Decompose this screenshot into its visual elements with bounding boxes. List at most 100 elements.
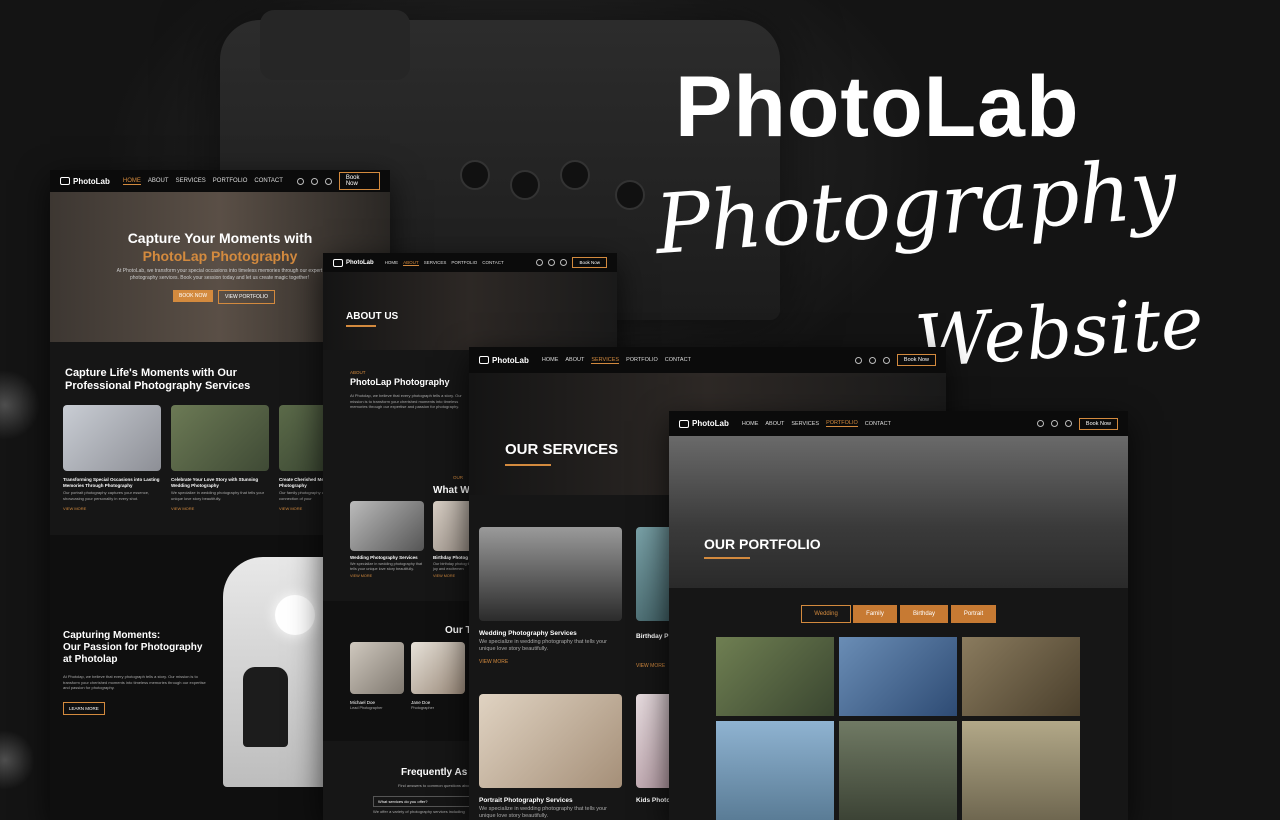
- nav-home[interactable]: HOME: [385, 260, 399, 265]
- instagram-icon[interactable]: [1050, 420, 1058, 427]
- nav-home[interactable]: HOME: [742, 421, 759, 427]
- service-view-more[interactable]: VIEW MORE: [350, 574, 372, 578]
- nav-about[interactable]: ABOUT: [148, 178, 169, 184]
- camera-icon: [333, 258, 343, 267]
- book-now-button[interactable]: Book Now: [1078, 417, 1118, 430]
- hero-book-button[interactable]: BOOK NOW: [173, 290, 214, 302]
- facebook-icon[interactable]: [854, 356, 862, 364]
- team-member-role: Photographer: [411, 706, 435, 710]
- passion-title-line2: Our Passion for Photography: [63, 642, 203, 653]
- facebook-icon[interactable]: [296, 177, 304, 185]
- service-view-more[interactable]: VIEW MORE: [433, 574, 455, 578]
- services-title-line1: Capture Life's Moments with Our: [65, 367, 237, 379]
- portfolio-photo[interactable]: [839, 637, 957, 716]
- team-member-photo: [411, 642, 465, 694]
- team-heading: Our T: [445, 625, 472, 636]
- service-title: Wedding Photography Services: [479, 630, 577, 637]
- filter-birthday[interactable]: Birthday: [900, 605, 948, 623]
- portfolio-photo[interactable]: [716, 637, 834, 716]
- card-image-family: [63, 405, 161, 471]
- filter-portrait[interactable]: Portrait: [951, 605, 996, 623]
- headline-title: PhotoLab: [675, 59, 1080, 155]
- hero-portfolio-button[interactable]: VIEW PORTFOLIO: [218, 290, 275, 304]
- banner-underline: [346, 325, 376, 327]
- nav-home[interactable]: HOME: [542, 357, 559, 363]
- passion-title-line1: Capturing Moments:: [63, 630, 161, 641]
- banner-underline: [704, 557, 750, 559]
- nav-portfolio[interactable]: PORTFOLIO: [626, 357, 658, 363]
- service-text: We specialize in wedding photography tha…: [479, 806, 608, 819]
- nav-services[interactable]: SERVICES: [176, 178, 206, 184]
- team-member-photo: [350, 642, 404, 694]
- book-now-button[interactable]: Book Now: [572, 257, 607, 268]
- what-heading: What W: [433, 485, 470, 496]
- facebook-icon[interactable]: [536, 259, 544, 266]
- nav-home[interactable]: HOME: [122, 178, 141, 185]
- wedding-service-image: [350, 501, 424, 551]
- instagram-icon[interactable]: [868, 356, 876, 364]
- portfolio-banner-image: [669, 436, 1128, 588]
- service-title: Birthday P: [636, 633, 669, 640]
- banner-underline: [505, 464, 551, 466]
- service-text: Our birthday photog the joy and exciteme…: [433, 562, 473, 571]
- faq-subtitle: Find answers to common questions about: [398, 783, 473, 788]
- logo[interactable]: PhotoLab: [679, 419, 729, 428]
- service-title: Portrait Photography Services: [479, 797, 573, 804]
- service-view-more[interactable]: VIEW MORE: [636, 663, 665, 669]
- youtube-icon[interactable]: [560, 259, 568, 266]
- youtube-icon[interactable]: [1064, 420, 1072, 427]
- card-image-wedding: [171, 405, 269, 471]
- card-title: Celebrate Your Love Story with Stunning …: [171, 477, 259, 488]
- learn-more-button[interactable]: LEARN MORE: [63, 702, 105, 715]
- nav-contact[interactable]: CONTACT: [865, 421, 891, 427]
- card-text: Our portrait photography captures your e…: [63, 490, 150, 501]
- service-title: Kids Photo: [636, 797, 671, 804]
- nav-contact[interactable]: CONTACT: [254, 178, 283, 184]
- card-view-more[interactable]: VIEW MORE: [63, 506, 86, 511]
- logo[interactable]: PhotoLab: [60, 177, 110, 186]
- passion-text: At Photolap, we believe that every photo…: [63, 674, 206, 690]
- nav-contact[interactable]: CONTACT: [482, 260, 503, 265]
- service-title: Wedding Photography Services: [350, 555, 418, 560]
- about-kicker: ABOUT: [350, 370, 366, 375]
- book-now-button[interactable]: Book Now: [896, 354, 936, 366]
- filter-family[interactable]: Family: [853, 605, 897, 623]
- card-text: We specialize in wedding photography tha…: [171, 490, 265, 501]
- nav-contact[interactable]: CONTACT: [665, 357, 691, 363]
- portfolio-photo[interactable]: [839, 721, 957, 820]
- nav-about[interactable]: ABOUT: [565, 357, 584, 363]
- logo[interactable]: PhotoLab: [479, 356, 529, 365]
- book-now-button[interactable]: Book Now: [338, 172, 380, 190]
- faq-answer: We offer a variety of photography servic…: [373, 809, 465, 814]
- instagram-icon[interactable]: [548, 259, 556, 266]
- camera-icon: [60, 177, 70, 185]
- nav-about[interactable]: ABOUT: [765, 421, 784, 427]
- services-banner-title: OUR SERVICES: [505, 441, 619, 458]
- card-view-more[interactable]: VIEW MORE: [279, 506, 302, 511]
- birthday-service-image: [433, 501, 473, 551]
- nav-about[interactable]: ABOUT: [403, 260, 419, 266]
- nav-services[interactable]: SERVICES: [591, 357, 620, 364]
- filter-wedding[interactable]: Wedding: [801, 605, 851, 623]
- service-text: We specialize in wedding photography tha…: [479, 639, 608, 652]
- nav-services[interactable]: SERVICES: [424, 260, 447, 265]
- nav-portfolio[interactable]: PORTFOLIO: [451, 260, 477, 265]
- nav-portfolio[interactable]: PORTFOLIO: [213, 178, 248, 184]
- logo[interactable]: PhotoLab: [333, 258, 374, 267]
- navbar: PhotoLab HOME ABOUT SERVICES PORTFOLIO C…: [669, 411, 1128, 436]
- services-title-line2: Professional Photography Services: [65, 380, 251, 392]
- portfolio-photo[interactable]: [962, 721, 1080, 820]
- card-view-more[interactable]: VIEW MORE: [171, 506, 194, 511]
- youtube-icon[interactable]: [324, 177, 332, 185]
- nav-portfolio[interactable]: PORTFOLIO: [826, 420, 858, 427]
- what-kicker: OUR: [453, 475, 463, 480]
- portfolio-photo[interactable]: [716, 721, 834, 820]
- youtube-icon[interactable]: [882, 356, 890, 364]
- facebook-icon[interactable]: [1036, 420, 1044, 427]
- team-member-name: Jane Doe: [411, 700, 431, 705]
- team-member-name: Michael Doe: [350, 700, 376, 705]
- nav-services[interactable]: SERVICES: [791, 421, 819, 427]
- portfolio-photo[interactable]: [962, 637, 1080, 716]
- service-view-more[interactable]: VIEW MORE: [479, 659, 508, 665]
- instagram-icon[interactable]: [310, 177, 318, 185]
